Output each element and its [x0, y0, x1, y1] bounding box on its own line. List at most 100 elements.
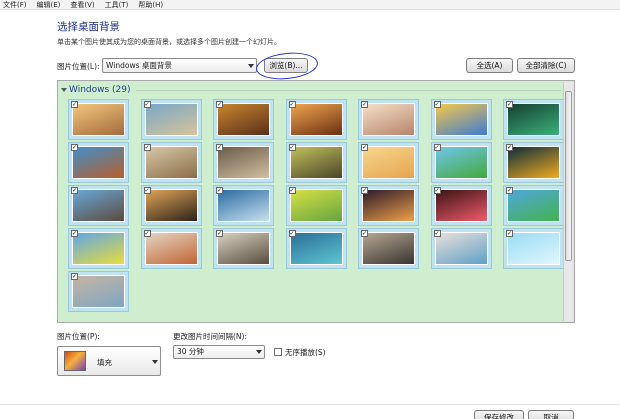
tile-checkbox[interactable]: ✓	[71, 230, 78, 237]
cancel-button[interactable]: 取消	[528, 410, 574, 419]
tile-checkbox[interactable]: ✓	[361, 144, 368, 151]
wallpaper-thumbnail	[72, 232, 125, 265]
wallpaper-tile[interactable]: ✓	[68, 142, 129, 183]
wallpaper-thumbnail	[72, 275, 125, 308]
picture-location-value: Windows 桌面背景	[106, 61, 172, 70]
picture-position-label: 图片位置(P):	[57, 332, 100, 341]
wallpaper-thumbnail	[434, 146, 488, 179]
tile-checkbox[interactable]: ✓	[216, 230, 223, 237]
wallpaper-tile[interactable]: ✓	[503, 99, 564, 140]
menu-item[interactable]: 工具(T)	[105, 0, 129, 10]
tile-checkbox[interactable]: ✓	[361, 187, 368, 194]
wallpaper-thumbnail	[217, 146, 270, 179]
wallpaper-tile[interactable]: ✓	[68, 271, 129, 312]
group-header[interactable]: Windows (29)	[61, 84, 131, 96]
picture-location-dropdown[interactable]: Windows 桌面背景	[102, 58, 257, 73]
wallpaper-tile[interactable]: ✓	[285, 142, 347, 183]
menu-item[interactable]: 文件(F)	[3, 0, 27, 10]
picture-position-value: 填充	[97, 358, 112, 367]
wallpaper-tile[interactable]: ✓	[358, 99, 419, 140]
wallpaper-thumbnail	[144, 189, 198, 222]
tile-checkbox[interactable]: ✓	[506, 187, 513, 194]
tile-checkbox[interactable]: ✓	[71, 144, 78, 151]
wallpaper-thumbnail	[362, 146, 415, 179]
tile-checkbox[interactable]: ✓	[71, 187, 78, 194]
clear-all-button[interactable]: 全部清除(C)	[517, 58, 575, 73]
picture-position-dropdown[interactable]: 填充	[57, 346, 161, 376]
menu-item[interactable]: 查看(V)	[70, 0, 94, 10]
wallpaper-thumbnail	[72, 146, 125, 179]
wallpaper-tile[interactable]: ✓	[358, 185, 419, 226]
wallpaper-tile[interactable]: ✓	[140, 228, 202, 269]
interval-label: 更改图片时间间隔(N):	[173, 332, 247, 341]
wallpaper-tile[interactable]: ✓	[68, 228, 129, 269]
wallpaper-thumbnail	[507, 146, 560, 179]
wallpaper-thumbnail	[289, 189, 343, 222]
wallpaper-tile[interactable]: ✓	[430, 142, 492, 183]
wallpaper-tile[interactable]: ✓	[503, 142, 564, 183]
group-divider	[136, 90, 561, 91]
wallpaper-tile[interactable]: ✓	[68, 185, 129, 226]
wallpaper-tile[interactable]: ✓	[430, 185, 492, 226]
wallpaper-tile[interactable]: ✓	[503, 185, 564, 226]
wallpaper-thumbnail	[362, 189, 415, 222]
wallpaper-tile[interactable]: ✓	[285, 228, 347, 269]
wallpaper-thumbnail	[72, 189, 125, 222]
tile-checkbox[interactable]: ✓	[216, 101, 223, 108]
tile-checkbox[interactable]: ✓	[288, 187, 296, 194]
wallpaper-thumbnail	[217, 189, 270, 222]
tile-checkbox[interactable]: ✓	[361, 230, 368, 237]
menu-item[interactable]: 帮助(H)	[138, 0, 163, 10]
tile-checkbox[interactable]: ✓	[71, 273, 78, 280]
wallpaper-thumbnail	[144, 103, 198, 136]
wallpaper-thumbnail	[362, 232, 415, 265]
wallpaper-tile[interactable]: ✓	[430, 99, 492, 140]
tile-checkbox[interactable]: ✓	[433, 101, 441, 108]
wallpaper-grid: ✓ ✓ ✓ ✓ ✓ ✓ ✓ ✓ ✓ ✓ ✓ ✓ ✓ ✓ ✓ ✓ ✓ ✓ ✓ ✓ ✓ ✓ ✓ ✓ ✓ ✓ ✓ ✓ ✓	[68, 99, 564, 314]
wallpaper-thumbnail	[362, 103, 415, 136]
tile-checkbox[interactable]: ✓	[216, 144, 223, 151]
wallpaper-tile[interactable]: ✓	[285, 99, 347, 140]
save-changes-button[interactable]: 保存修改	[474, 410, 524, 419]
tile-checkbox[interactable]: ✓	[506, 230, 513, 237]
wallpaper-tile[interactable]: ✓	[430, 228, 492, 269]
tile-checkbox[interactable]: ✓	[143, 144, 151, 151]
menu-item[interactable]: 编辑(E)	[37, 0, 61, 10]
tile-checkbox[interactable]: ✓	[433, 144, 441, 151]
wallpaper-tile[interactable]: ✓	[213, 185, 274, 226]
wallpaper-tile[interactable]: ✓	[503, 228, 564, 269]
scrollbar-thumb[interactable]	[565, 91, 572, 261]
tile-checkbox[interactable]: ✓	[143, 101, 151, 108]
wallpaper-tile[interactable]: ✓	[358, 228, 419, 269]
interval-dropdown[interactable]: 30 分钟	[173, 345, 265, 359]
wallpaper-tile[interactable]: ✓	[140, 142, 202, 183]
tile-checkbox[interactable]: ✓	[288, 144, 296, 151]
wallpaper-tile[interactable]: ✓	[213, 99, 274, 140]
tile-checkbox[interactable]: ✓	[288, 101, 296, 108]
wallpaper-tile[interactable]: ✓	[140, 185, 202, 226]
wallpaper-tile[interactable]: ✓	[285, 185, 347, 226]
tile-checkbox[interactable]: ✓	[288, 230, 296, 237]
chevron-down-icon	[256, 350, 262, 354]
tile-checkbox[interactable]: ✓	[71, 101, 78, 108]
wallpaper-tile[interactable]: ✓	[213, 142, 274, 183]
tile-checkbox[interactable]: ✓	[216, 187, 223, 194]
tile-checkbox[interactable]: ✓	[433, 187, 441, 194]
select-all-button[interactable]: 全选(A)	[466, 58, 513, 73]
wallpaper-tile[interactable]: ✓	[213, 228, 274, 269]
expand-triangle-icon[interactable]	[61, 88, 67, 92]
tile-checkbox[interactable]: ✓	[433, 230, 441, 237]
wallpaper-tile[interactable]: ✓	[358, 142, 419, 183]
shuffle-checkbox[interactable]	[274, 348, 282, 356]
tile-checkbox[interactable]: ✓	[361, 101, 368, 108]
tile-checkbox[interactable]: ✓	[506, 101, 513, 108]
wallpaper-tile[interactable]: ✓	[68, 99, 129, 140]
menu-bar: 文件(F) 编辑(E) 查看(V) 工具(T) 帮助(H)	[0, 0, 620, 10]
tile-checkbox[interactable]: ✓	[143, 187, 151, 194]
vertical-scrollbar[interactable]	[563, 82, 573, 321]
tile-checkbox[interactable]: ✓	[506, 144, 513, 151]
wallpaper-thumbnail	[144, 146, 198, 179]
tile-checkbox[interactable]: ✓	[143, 230, 151, 237]
wallpaper-thumbnail	[289, 146, 343, 179]
wallpaper-tile[interactable]: ✓	[140, 99, 202, 140]
